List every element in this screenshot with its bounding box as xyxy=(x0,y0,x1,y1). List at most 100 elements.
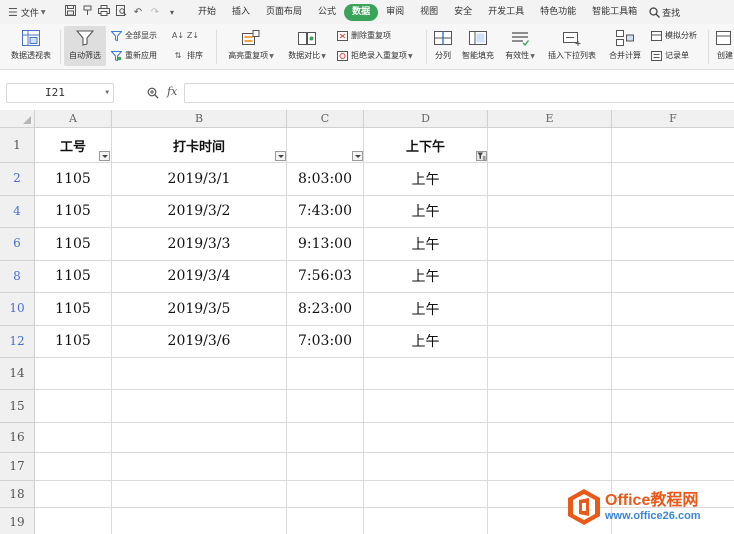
cell-f[interactable] xyxy=(612,326,734,358)
cell-am-pm[interactable]: 上午 xyxy=(364,195,488,228)
chevron-down-icon[interactable]: ▼ xyxy=(105,84,109,102)
empty-cell[interactable] xyxy=(364,423,488,453)
tab-page-layout[interactable]: 页面布局 xyxy=(258,4,310,21)
empty-cell[interactable] xyxy=(287,481,364,508)
cell-f[interactable] xyxy=(612,196,734,228)
insert-dropdown-list-button[interactable]: 插入下拉列表 xyxy=(542,24,602,61)
empty-cell[interactable] xyxy=(35,390,112,423)
tab-smart-toolbox[interactable]: 智能工具箱 xyxy=(584,4,645,21)
tab-formulas[interactable]: 公式 xyxy=(310,4,344,21)
formula-input[interactable] xyxy=(184,83,734,103)
empty-cell[interactable] xyxy=(112,481,287,508)
cell-employee-id[interactable]: 1105 xyxy=(35,293,112,326)
consolidate-button[interactable]: 合并计算 xyxy=(604,24,646,61)
cell-f[interactable] xyxy=(612,228,734,261)
cell-am-pm[interactable]: 上午 xyxy=(364,163,488,196)
cell-e[interactable] xyxy=(488,163,612,196)
cell-e[interactable] xyxy=(488,195,612,228)
column-header-d[interactable]: D xyxy=(364,110,488,128)
file-menu[interactable]: ☰ 文件 ▼ xyxy=(0,6,60,19)
empty-cell[interactable] xyxy=(112,358,287,390)
data-validation-button[interactable]: 有效性▼ xyxy=(502,24,538,61)
name-box[interactable]: I21 ▼ xyxy=(6,83,114,103)
row-header[interactable]: 14 xyxy=(0,358,35,390)
tab-data[interactable]: 数据 xyxy=(344,3,379,21)
remove-duplicates-button[interactable]: 删除重复项 xyxy=(336,30,391,41)
cell-punch-time[interactable]: 7:56:03 xyxy=(287,260,364,293)
filter-dropdown-c[interactable] xyxy=(352,151,363,161)
empty-cell[interactable] xyxy=(488,453,612,481)
column-header-a[interactable]: A xyxy=(35,110,112,128)
redo-icon[interactable]: ↷ xyxy=(149,7,161,18)
column-header-c[interactable]: C xyxy=(287,110,364,128)
sort-button[interactable]: ⇅ 排序 xyxy=(172,50,203,61)
reapply-button[interactable]: 重新应用 xyxy=(110,50,157,61)
cell-punch-time[interactable]: 8:23:00 xyxy=(287,293,364,326)
row-header[interactable]: 4 xyxy=(0,195,35,228)
what-if-analysis-button[interactable]: 模拟分析 xyxy=(650,30,697,41)
row-header[interactable]: 8 xyxy=(0,260,35,293)
cell-punch-time[interactable]: 8:03:00 xyxy=(287,163,364,196)
cell-punch-date[interactable]: 2019/3/6 xyxy=(112,325,287,358)
empty-cell[interactable] xyxy=(35,358,112,390)
text-to-columns-button[interactable]: 分列 xyxy=(430,24,456,61)
row-header[interactable]: 12 xyxy=(0,325,35,358)
cell-am-pm[interactable]: 上午 xyxy=(364,325,488,358)
cell-punch-time[interactable]: 7:43:00 xyxy=(287,195,364,228)
tab-home[interactable]: 开始 xyxy=(190,4,224,21)
empty-cell[interactable] xyxy=(612,358,734,390)
pivot-table-button[interactable]: 数据透视表 xyxy=(4,24,58,61)
empty-cell[interactable] xyxy=(287,423,364,453)
empty-cell[interactable] xyxy=(287,453,364,481)
cell-am-pm[interactable]: 上午 xyxy=(364,293,488,326)
empty-cell[interactable] xyxy=(35,453,112,481)
cell-e[interactable] xyxy=(488,325,612,358)
filter-dropdown-a[interactable] xyxy=(99,151,110,161)
row-header[interactable]: 15 xyxy=(0,390,35,423)
zoom-formula-icon[interactable] xyxy=(147,87,159,102)
flash-fill-button[interactable]: 智能填充 xyxy=(458,24,498,61)
cell-am-pm[interactable]: 上午 xyxy=(364,228,488,261)
header-cell-am-pm[interactable]: 上下午 xyxy=(364,128,488,163)
empty-cell[interactable] xyxy=(364,358,488,390)
show-all-button[interactable]: 全部显示 xyxy=(110,30,157,41)
cell-employee-id[interactable]: 1105 xyxy=(35,260,112,293)
empty-cell[interactable] xyxy=(112,453,287,481)
customize-toolbar-icon[interactable]: ▾ xyxy=(166,8,178,17)
empty-cell[interactable] xyxy=(488,423,612,453)
format-painter-icon[interactable] xyxy=(81,5,93,19)
row-header[interactable]: 16 xyxy=(0,423,35,453)
empty-cell[interactable] xyxy=(364,481,488,508)
row-header[interactable]: 17 xyxy=(0,453,35,481)
empty-cell[interactable] xyxy=(112,423,287,453)
cell-f[interactable] xyxy=(612,163,734,196)
cell-f[interactable] xyxy=(612,261,734,293)
tab-view[interactable]: 视图 xyxy=(412,4,446,21)
sort-ascending-button[interactable]: A↓ Z↓ xyxy=(172,30,199,41)
cell-e1[interactable] xyxy=(488,128,612,163)
cell-punch-date[interactable]: 2019/3/2 xyxy=(112,195,287,228)
row-header[interactable]: 10 xyxy=(0,293,35,326)
row-header[interactable]: 19 xyxy=(0,508,35,534)
sort-descending-icon[interactable]: Z↓ xyxy=(187,30,199,41)
row-header[interactable]: 1 xyxy=(0,128,35,163)
cell-f[interactable] xyxy=(612,293,734,326)
create-group-button[interactable]: 创建 xyxy=(712,24,734,61)
tab-security[interactable]: 安全 xyxy=(446,4,480,21)
save-icon[interactable] xyxy=(64,5,76,19)
record-form-button[interactable]: 记录单 xyxy=(650,50,689,61)
tab-developer[interactable]: 开发工具 xyxy=(480,4,532,21)
empty-cell[interactable] xyxy=(35,423,112,453)
tab-insert[interactable]: 插入 xyxy=(224,4,258,21)
row-header[interactable]: 2 xyxy=(0,163,35,196)
data-compare-button[interactable]: 数据对比▼ xyxy=(284,24,330,61)
empty-cell[interactable] xyxy=(287,358,364,390)
cell-punch-date[interactable]: 2019/3/4 xyxy=(112,260,287,293)
cell-punch-time[interactable]: 9:13:00 xyxy=(287,228,364,261)
tab-special-features[interactable]: 特色功能 xyxy=(532,4,584,21)
empty-cell[interactable] xyxy=(612,423,734,453)
tab-review[interactable]: 审阅 xyxy=(378,4,412,21)
empty-cell[interactable] xyxy=(112,508,287,534)
cell-e[interactable] xyxy=(488,293,612,326)
column-header-f[interactable]: F xyxy=(612,110,734,128)
